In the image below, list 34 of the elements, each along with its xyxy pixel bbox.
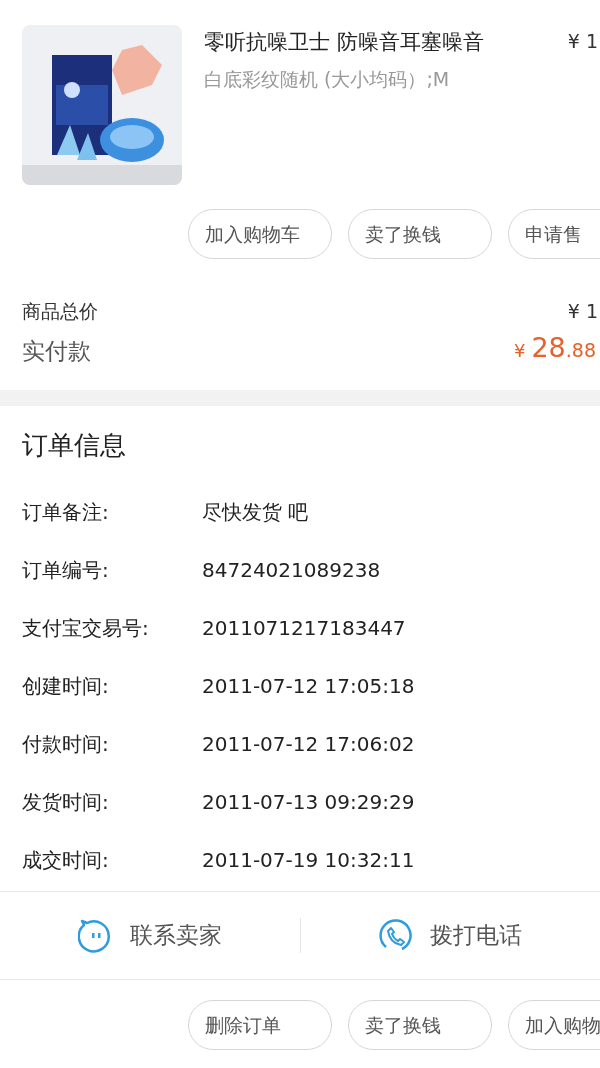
product-spec: 白底彩纹随机 (大小均码）;M xyxy=(204,66,451,92)
action-button[interactable]: 加入购物 xyxy=(508,1000,600,1050)
product-price: ¥ 1 xyxy=(567,29,599,54)
action-button[interactable]: 加入购物车 xyxy=(188,209,332,259)
paid-amount: 28 xyxy=(531,330,566,365)
action-button[interactable]: 卖了换钱 xyxy=(348,1000,492,1050)
field-value: 2011-07-12 17:05:18 xyxy=(202,673,415,700)
paid-label: 实付款 xyxy=(22,336,91,366)
field-label: 订单编号: xyxy=(22,557,110,584)
phone-icon xyxy=(378,918,413,953)
action-button[interactable]: 卖了换钱 xyxy=(348,209,492,259)
goods-total-value: ¥ 1 xyxy=(567,299,599,324)
product-title: 零听抗噪卫士 防噪音耳塞噪音 xyxy=(204,29,484,56)
field-label: 成交时间: xyxy=(22,847,110,874)
contact-button[interactable]: 联系卖家 xyxy=(77,918,222,953)
goods-total-label: 商品总价 xyxy=(22,299,98,324)
section-title: 订单信息 xyxy=(22,429,127,462)
field-value: 尽快发货 吧 xyxy=(202,499,309,526)
field-value: 84724021089238 xyxy=(202,557,381,584)
chat-icon xyxy=(77,918,112,953)
currency-symbol: ¥ xyxy=(513,338,526,363)
action-button[interactable]: 删除订单 xyxy=(188,1000,332,1050)
field-value: 2011-07-12 17:06:02 xyxy=(202,731,415,758)
paid-decimal: .88 xyxy=(565,337,596,363)
field-label: 创建时间: xyxy=(22,673,110,700)
field-value: 2011-07-13 09:29:29 xyxy=(202,789,415,816)
field-label: 支付宝交易号: xyxy=(22,615,150,642)
field-label: 发货时间: xyxy=(22,789,110,816)
field-value: 2011071217183447 xyxy=(202,615,406,642)
action-button[interactable]: 申请售 xyxy=(508,209,600,259)
contact-button[interactable]: 拨打电话 xyxy=(378,918,523,953)
field-value: 2011-07-19 10:32:11 xyxy=(202,847,415,874)
field-label: 订单备注: xyxy=(22,499,110,526)
field-label: 付款时间: xyxy=(22,731,110,758)
